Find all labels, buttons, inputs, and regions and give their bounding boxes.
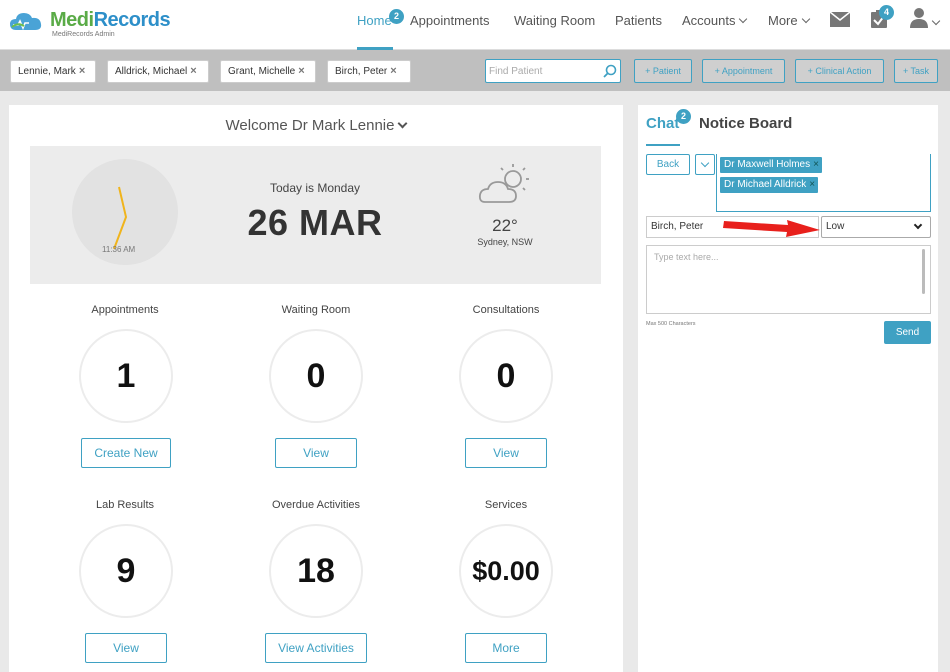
appointments-count: 1: [79, 329, 173, 423]
waiting-room-count: 0: [269, 329, 363, 423]
welcome-text: Welcome Dr Mark Lennie: [225, 117, 395, 134]
recipient-tag: Dr Michael Alldrick ×: [720, 177, 819, 193]
search-icon[interactable]: [603, 64, 617, 78]
waiting-room-tile-label: Waiting Room: [281, 304, 351, 316]
find-patient-search: [485, 59, 621, 83]
close-icon[interactable]: ×: [390, 61, 396, 82]
patient-tab[interactable]: Alldrick, Michael ×: [107, 60, 209, 83]
chat-panel: Chat 2 Notice Board Back Dr Maxwell Holm…: [638, 105, 938, 672]
recipient-name: Dr Maxwell Holmes: [724, 159, 811, 170]
tasks-badge: 4: [879, 5, 894, 20]
overdue-activities-tile-label: Overdue Activities: [271, 499, 361, 511]
chat-badge: 2: [676, 109, 691, 124]
cloud-logo-icon: [10, 13, 42, 31]
recipient-dropdown-button[interactable]: [695, 154, 715, 175]
services-tile-label: Services: [484, 499, 528, 511]
close-icon[interactable]: ×: [79, 61, 85, 82]
add-task-button[interactable]: + Task: [894, 59, 938, 83]
medirecords-logo[interactable]: MediRecords MediRecords Admin: [8, 8, 171, 40]
user-menu-chevron-icon[interactable]: [931, 16, 941, 26]
message-box: [646, 245, 931, 314]
recipient-tag: Dr Maxwell Holmes ×: [720, 157, 822, 173]
chevron-down-icon: [398, 118, 408, 129]
max-characters-note: Max 500 Characters: [646, 321, 696, 327]
close-icon[interactable]: ×: [190, 61, 196, 82]
today-label: Today is Monday: [269, 181, 361, 195]
overdue-activities-count: 18: [269, 524, 363, 618]
appointments-tile-label: Appointments: [91, 304, 159, 316]
close-icon[interactable]: ×: [813, 157, 819, 173]
patient-tab-label: Lennie, Mark: [18, 66, 76, 77]
add-patient-button[interactable]: + Patient: [634, 59, 692, 83]
view-activities-button[interactable]: View Activities: [265, 633, 367, 663]
add-appointment-button[interactable]: + Appointment: [702, 59, 785, 83]
red-arrow-annotation-icon: [723, 220, 820, 237]
patient-tab-label: Grant, Michelle: [228, 66, 296, 77]
patient-tab-label: Birch, Peter: [335, 66, 388, 77]
patient-tab[interactable]: Birch, Peter ×: [327, 60, 411, 83]
create-new-appointment-button[interactable]: Create New: [81, 438, 171, 468]
patient-tab[interactable]: Lennie, Mark ×: [10, 60, 96, 83]
partly-cloudy-icon: [478, 164, 529, 203]
recipient-name: Dr Michael Alldrick: [724, 179, 807, 190]
close-icon[interactable]: ×: [809, 177, 815, 193]
view-consultations-button[interactable]: View: [465, 438, 547, 468]
chevron-down-icon: [801, 14, 810, 24]
consultations-count: 0: [459, 329, 553, 423]
user-icon[interactable]: [910, 8, 928, 28]
nav-more[interactable]: More: [768, 13, 810, 28]
send-button[interactable]: Send: [884, 321, 931, 344]
clock-time: 11:36 AM: [102, 245, 136, 254]
patient-tab-label: Alldrick, Michael: [115, 66, 188, 77]
message-scrollbar[interactable]: [922, 249, 925, 294]
brand-subtitle: MediRecords Admin: [52, 31, 115, 38]
view-waiting-room-button[interactable]: View: [275, 438, 357, 468]
nav-accounts[interactable]: Accounts: [682, 13, 748, 28]
consultations-tile-label: Consultations: [472, 304, 540, 316]
chevron-down-icon: [913, 220, 923, 230]
clock-widget: 11:36 AM: [72, 159, 178, 265]
nav-patients[interactable]: Patients: [615, 13, 662, 28]
priority-select[interactable]: Low: [821, 216, 931, 238]
priority-value: Low: [826, 221, 845, 232]
tab-notice-board[interactable]: Notice Board: [699, 115, 792, 132]
brand-name: MediRecords: [50, 9, 171, 31]
view-lab-results-button[interactable]: View: [85, 633, 167, 663]
today-date: 26 MAR: [247, 202, 383, 243]
top-navbar: MediRecords MediRecords Admin Home 2 App…: [0, 0, 950, 50]
welcome-heading[interactable]: Welcome Dr Mark Lennie: [9, 117, 623, 134]
today-banner: 11:36 AM Today is Monday 26 MAR 22° Sydn…: [30, 146, 601, 284]
nav-more-label: More: [768, 13, 798, 28]
weather-location: Sydney, NSW: [477, 237, 533, 247]
back-button[interactable]: Back: [646, 154, 690, 175]
weather-temperature: 22°: [492, 216, 518, 235]
patient-tab[interactable]: Grant, Michelle ×: [220, 60, 316, 83]
services-total: $0.00: [459, 524, 553, 618]
tab-chat[interactable]: Chat: [646, 115, 679, 132]
lab-results-tile-label: Lab Results: [95, 499, 155, 511]
close-icon[interactable]: ×: [298, 61, 304, 82]
services-more-button[interactable]: More: [465, 633, 547, 663]
lab-results-count: 9: [79, 524, 173, 618]
nav-appointments[interactable]: Appointments: [410, 13, 490, 28]
chevron-down-icon: [739, 14, 748, 24]
nav-home[interactable]: Home: [357, 13, 392, 28]
nav-waiting-room[interactable]: Waiting Room: [514, 13, 595, 28]
dashboard-panel: Welcome Dr Mark Lennie 11:36 AM Today is…: [9, 105, 623, 672]
chevron-down-icon: [700, 158, 710, 168]
home-badge: 2: [389, 9, 404, 24]
chat-tab-indicator: [646, 144, 680, 146]
nav-accounts-label: Accounts: [682, 13, 736, 28]
message-input[interactable]: [647, 246, 917, 313]
envelope-icon[interactable]: [830, 12, 850, 27]
add-clinical-action-button[interactable]: + Clinical Action: [795, 59, 884, 83]
recipients-field[interactable]: Dr Maxwell Holmes × Dr Michael Alldrick ×: [716, 154, 931, 212]
find-patient-input[interactable]: [489, 63, 599, 79]
